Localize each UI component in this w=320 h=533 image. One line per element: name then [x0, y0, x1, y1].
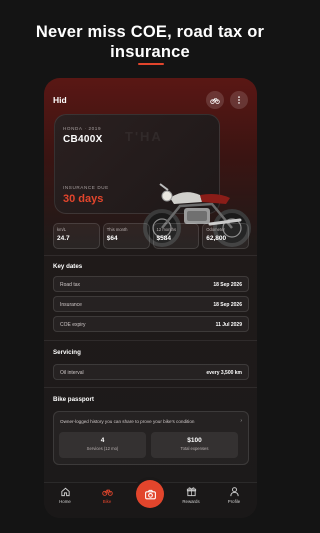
stat-label: This month	[106, 227, 128, 232]
key-dates-title: Key dates	[53, 263, 83, 270]
camera-scan-button[interactable]	[136, 480, 164, 508]
app-topbar: Hid	[44, 88, 257, 112]
more-vertical-icon	[238, 96, 240, 104]
row-value: 18 Sep 2026	[213, 282, 242, 288]
bike-stats-row: km/L 24.7 This month $64 12 months $584 …	[53, 223, 249, 249]
section-divider	[44, 387, 257, 388]
gift-icon	[186, 487, 196, 497]
profile-icon	[229, 487, 239, 497]
bike-icon	[101, 489, 113, 496]
row-label: COE expiry	[60, 322, 86, 328]
key-date-insurance[interactable]: Insurance 18 Sep 2026	[53, 296, 249, 312]
section-divider	[44, 340, 257, 341]
stat-12-months[interactable]: 12 months $584	[152, 223, 200, 249]
tab-bike[interactable]: Bike	[92, 486, 122, 504]
hero-watermark: T'HA	[125, 129, 163, 144]
tab-label: Profile	[227, 499, 241, 504]
expenses-total: $100	[187, 437, 202, 444]
tab-home[interactable]: Home	[50, 486, 80, 504]
insurance-due-value: 30 days	[63, 193, 104, 205]
home-icon	[60, 487, 70, 497]
stat-fuel-economy[interactable]: km/L 24.7	[53, 223, 100, 249]
passport-description: Owner-logged history you can share to pr…	[60, 419, 195, 424]
row-value: every 3,500 km	[206, 370, 242, 376]
bike-make: HONDA	[63, 126, 83, 131]
stat-odometer[interactable]: Odometer 62,800	[202, 223, 249, 249]
headline-underline	[138, 63, 164, 65]
stat-value: 24.7	[57, 235, 70, 242]
bike-icon	[210, 98, 220, 104]
row-value: 18 Sep 2026	[213, 302, 242, 308]
passport-services-box: 4 Services (12 mo)	[59, 432, 146, 458]
bike-model: CB400X	[63, 134, 103, 145]
tab-label: Home	[59, 499, 71, 504]
services-count: 4	[100, 437, 105, 444]
services-label: Services (12 mo)	[86, 446, 119, 451]
stat-label: 12 months	[156, 227, 177, 232]
camera-icon	[144, 489, 156, 499]
stat-this-month[interactable]: This month $64	[102, 223, 150, 249]
switch-bike-button[interactable]	[206, 91, 224, 109]
marketing-headline: Never miss COE, road tax or insurance	[0, 22, 300, 62]
headline-line-2: insurance	[110, 43, 190, 61]
servicing-title: Servicing	[53, 349, 81, 356]
row-label: Insurance	[60, 302, 82, 308]
section-divider	[44, 255, 257, 256]
user-name: Hid	[53, 95, 67, 105]
tab-rewards[interactable]: Rewards	[176, 486, 206, 504]
stat-label: Odometer	[206, 227, 225, 232]
bike-passport-card[interactable]: Owner-logged history you can share to pr…	[53, 411, 249, 465]
row-label: Oil interval	[60, 370, 84, 376]
tab-profile[interactable]: Profile	[219, 486, 249, 504]
expenses-label: Total expenses	[180, 446, 209, 451]
insurance-due-label: INSURANCE DUE	[63, 185, 109, 190]
tab-label: Rewards	[182, 499, 200, 504]
stat-value: $64	[106, 235, 118, 242]
headline-line-1: Never miss COE, road tax or	[35, 23, 265, 41]
key-date-coe-expiry[interactable]: COE expiry 11 Jul 2029	[53, 316, 249, 332]
row-value: 11 Jul 2029	[215, 322, 242, 328]
stat-label: km/L	[57, 227, 67, 232]
row-label: Road tax	[60, 282, 81, 288]
stat-value: 62,800	[206, 235, 227, 242]
bike-year: 2019	[88, 126, 102, 131]
more-options-button[interactable]	[230, 91, 248, 109]
chevron-right-icon: ›	[240, 418, 242, 424]
stat-value: $584	[156, 235, 171, 242]
app-screen: Hid T'HA HONDA · 2019 CB400X INSURANCE D…	[44, 78, 257, 518]
passport-expenses-box: $100 Total expenses	[151, 432, 238, 458]
servicing-oil-interval[interactable]: Oil interval every 3,500 km	[53, 364, 249, 380]
bike-make-year: HONDA · 2019	[63, 126, 102, 131]
key-date-road-tax[interactable]: Road tax 18 Sep 2026	[53, 276, 249, 292]
bike-passport-title: Bike passport	[53, 396, 94, 403]
tab-label: Bike	[102, 499, 112, 504]
